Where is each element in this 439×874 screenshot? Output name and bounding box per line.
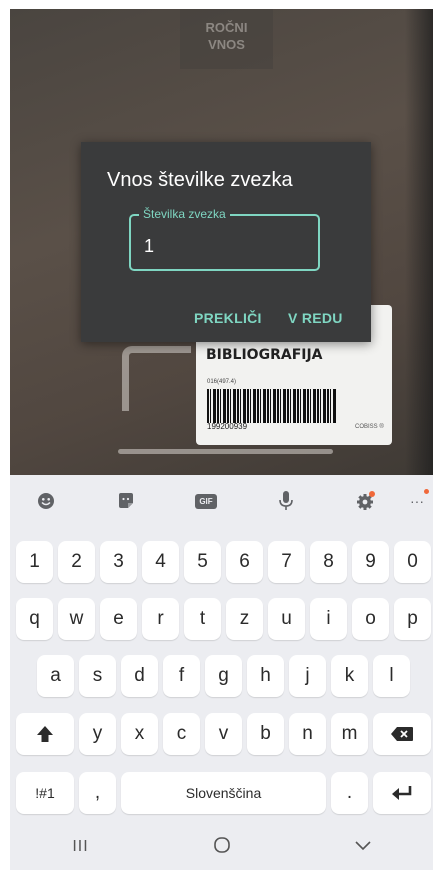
key-v[interactable]: v [205,713,242,755]
scan-frame-corner [122,346,191,411]
manual-entry-label-line2: VNOS [208,37,245,52]
key-2[interactable]: 2 [58,541,95,583]
key-l[interactable]: l [373,655,410,697]
shift-key[interactable] [16,713,74,755]
key-3[interactable]: 3 [100,541,137,583]
label-card-small-text: 016(497.4) [207,379,237,385]
shift-icon [37,726,53,742]
backspace-icon [391,727,413,741]
key-7[interactable]: 7 [268,541,305,583]
key-c[interactable]: c [163,713,200,755]
key-u[interactable]: u [268,598,305,640]
home-button[interactable] [192,836,252,859]
key-0[interactable]: 0 [394,541,431,583]
key-k[interactable]: k [331,655,368,697]
cancel-button[interactable]: PREKLIČI [194,310,262,326]
symbols-key[interactable]: !#1 [16,772,74,814]
enter-icon [392,786,412,800]
key-d[interactable]: d [121,655,158,697]
comma-key[interactable]: , [79,772,116,814]
key-m[interactable]: m [331,713,368,755]
gif-label: GIF [195,493,217,509]
key-p[interactable]: p [394,598,431,640]
key-o[interactable]: o [352,598,389,640]
key-t[interactable]: t [184,598,221,640]
key-j[interactable]: j [289,655,326,697]
key-i[interactable]: i [310,598,347,640]
key-z[interactable]: z [226,598,263,640]
key-e[interactable]: e [100,598,137,640]
enter-key[interactable] [373,772,431,814]
key-y[interactable]: y [79,713,116,755]
settings-icon[interactable] [346,475,386,527]
field-label: Številka zvezka [139,207,230,221]
backspace-key[interactable] [373,713,431,755]
manual-entry-label-line1: ROČNI [205,20,248,35]
emoji-icon[interactable] [26,475,66,527]
phone-screen: ROČNI VNOS BIBLIOGRAFIJA 016(497.4) 1992… [10,9,433,870]
key-b[interactable]: b [247,713,284,755]
soft-keyboard: GIF ··· 1 2 3 4 5 6 7 8 9 0 q w e r t z … [10,475,433,870]
barcode-number: 199200939 [207,422,248,431]
gif-icon[interactable]: GIF [186,475,226,527]
key-4[interactable]: 4 [142,541,179,583]
key-r[interactable]: r [142,598,179,640]
volume-number-field[interactable]: Številka zvezka 1 [129,207,320,271]
key-n[interactable]: n [289,713,326,755]
key-q[interactable]: q [16,598,53,640]
key-a[interactable]: a [37,655,74,697]
home-icon [213,836,230,853]
key-w[interactable]: w [58,598,95,640]
recent-apps-button[interactable]: III [51,838,111,856]
label-card-title: BIBLIOGRAFIJA [206,347,323,363]
volume-number-dialog: Vnos številke zvezka Številka zvezka 1 P… [81,142,371,342]
ok-button[interactable]: V REDU [288,310,343,326]
barcode [207,389,337,423]
sticker-icon[interactable] [106,475,146,527]
chevron-down-icon [354,841,371,851]
more-options-label: ··· [410,493,424,509]
key-h[interactable]: h [247,655,284,697]
space-key[interactable]: Slovenščina [121,772,326,814]
key-8[interactable]: 8 [310,541,347,583]
scan-frame-bottom [118,449,333,454]
back-button[interactable] [333,838,393,856]
dialog-title: Vnos številke zvezka [107,169,293,191]
preview-shade [405,9,433,475]
key-g[interactable]: g [205,655,242,697]
key-f[interactable]: f [163,655,200,697]
key-s[interactable]: s [79,655,116,697]
key-1[interactable]: 1 [16,541,53,583]
manual-entry-button[interactable]: ROČNI VNOS [180,9,273,69]
system-navigation-bar: III [10,824,433,870]
label-card-footer: COBISS ® [355,424,384,430]
period-key[interactable]: . [331,772,368,814]
key-9[interactable]: 9 [352,541,389,583]
more-notification-dot [424,489,429,494]
key-5[interactable]: 5 [184,541,221,583]
field-value[interactable]: 1 [144,236,154,257]
more-options-icon[interactable]: ··· [402,475,432,527]
microphone-icon[interactable] [266,475,306,527]
key-x[interactable]: x [121,713,158,755]
key-6[interactable]: 6 [226,541,263,583]
